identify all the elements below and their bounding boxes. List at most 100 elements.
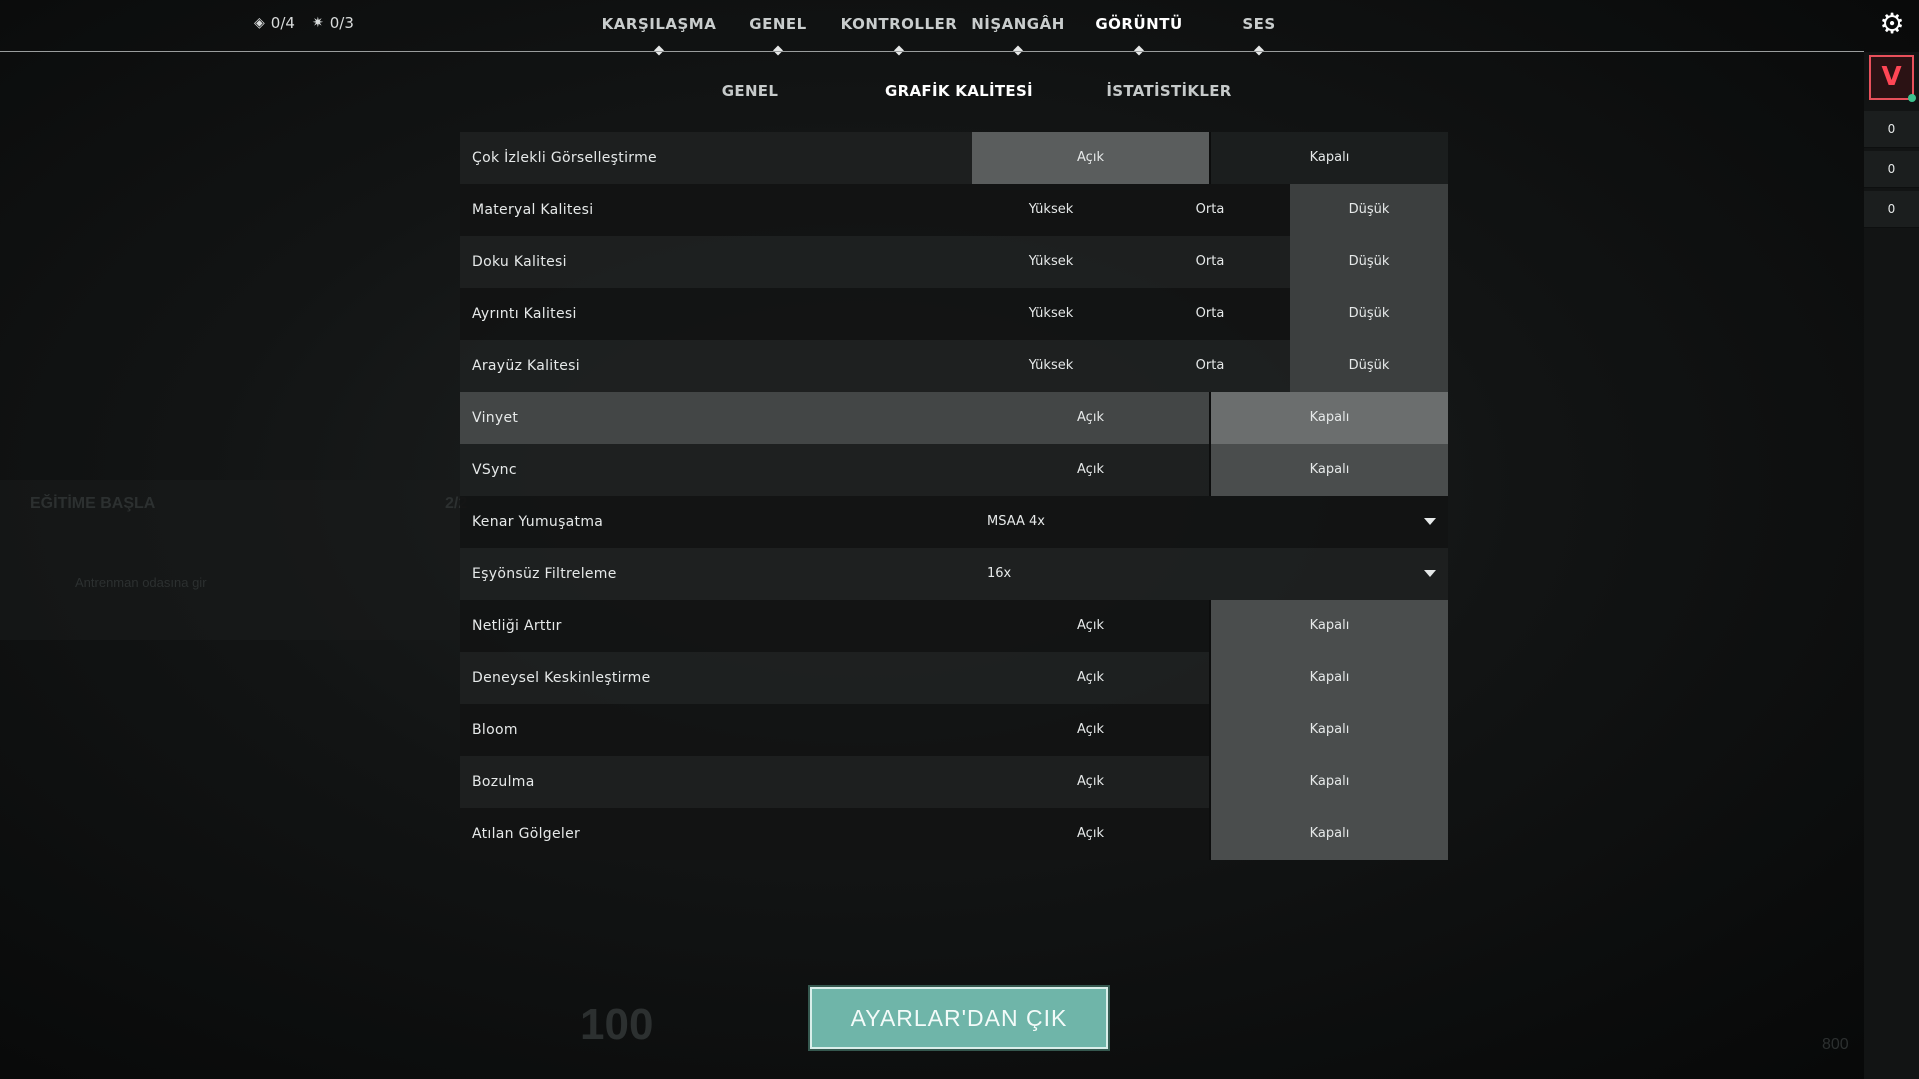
setting-experimental-sharpening: Deneysel Keskinleştirme Açık Kapalı [460, 652, 1448, 704]
valorant-v-icon: V [1881, 62, 1902, 92]
toggle-group: Açık Kapalı [972, 600, 1448, 652]
option-on[interactable]: Açık [972, 704, 1209, 756]
toggle-group: Açık Kapalı [972, 756, 1448, 808]
chevron-down-icon [1424, 570, 1436, 577]
setting-texture-quality: Doku Kalitesi Yüksek Orta Düşük [460, 236, 1448, 288]
option-on[interactable]: Açık [972, 808, 1209, 860]
quest-weekly-value: 0/3 [329, 14, 354, 32]
option-off[interactable]: Kapalı [1209, 600, 1448, 652]
nav-divider [0, 51, 1864, 52]
sidebar-count-2[interactable]: 0 [1864, 151, 1919, 188]
option-low[interactable]: Düşük [1290, 184, 1448, 236]
quality-group: Yüksek Orta Düşük [972, 184, 1448, 236]
option-high[interactable]: Yüksek [972, 340, 1130, 392]
toggle-group: Açık Kapalı [972, 444, 1448, 496]
option-low[interactable]: Düşük [1290, 236, 1448, 288]
subtab-graphics-quality[interactable]: GRAFİK KALİTESİ [885, 82, 1033, 100]
setting-label: Arayüz Kalitesi [472, 358, 580, 374]
sidebar-count-1[interactable]: 0 [1864, 111, 1919, 148]
setting-improve-clarity: Netliği Arttır Açık Kapalı [460, 600, 1448, 652]
online-status-icon [1908, 94, 1916, 102]
toggle-group: Açık Kapalı [972, 392, 1448, 444]
option-medium[interactable]: Orta [1130, 184, 1290, 236]
option-medium[interactable]: Orta [1130, 288, 1290, 340]
setting-detail-quality: Ayrıntı Kalitesi Yüksek Orta Düşük [460, 288, 1448, 340]
option-on[interactable]: Açık [972, 756, 1209, 808]
setting-material-quality: Materyal Kalitesi Yüksek Orta Düşük [460, 184, 1448, 236]
tab-general[interactable]: GENEL [749, 15, 806, 33]
toggle-group: Açık Kapalı [972, 808, 1448, 860]
setting-label: Materyal Kalitesi [472, 202, 594, 218]
option-medium[interactable]: Orta [1130, 236, 1290, 288]
tab-audio[interactable]: SES [1242, 15, 1275, 33]
gear-icon[interactable]: ⚙ [1877, 9, 1907, 39]
setting-label: Deneysel Keskinleştirme [472, 670, 651, 686]
setting-distortion: Bozulma Açık Kapalı [460, 756, 1448, 808]
setting-label: Bloom [472, 722, 518, 738]
tab-crosshair[interactable]: NİŞANGÂH [971, 15, 1065, 33]
setting-label: VSync [472, 462, 517, 478]
option-off[interactable]: Kapalı [1209, 392, 1448, 444]
subtab-general[interactable]: GENEL [722, 82, 778, 100]
graphics-settings-table: Çok İzlekli Görselleştirme Açık Kapalı M… [460, 132, 1448, 860]
setting-bloom: Bloom Açık Kapalı [460, 704, 1448, 756]
option-on[interactable]: Açık [972, 444, 1209, 496]
setting-label: Doku Kalitesi [472, 254, 567, 270]
option-off[interactable]: Kapalı [1209, 756, 1448, 808]
sidebar-count-3[interactable]: 0 [1864, 191, 1919, 228]
background-health: 100 [580, 1000, 654, 1049]
setting-label: Bozulma [472, 774, 535, 790]
subtab-stats[interactable]: İSTATİSTİKLER [1106, 82, 1231, 100]
exit-settings-button[interactable]: AYARLAR'DAN ÇIK [810, 987, 1108, 1049]
setting-label: Vinyet [472, 410, 519, 426]
setting-anti-aliasing: Kenar Yumuşatma MSAA 4x [460, 496, 1448, 548]
dropdown-value: 16x [987, 566, 1012, 581]
setting-vsync: VSync Açık Kapalı [460, 444, 1448, 496]
option-high[interactable]: Yüksek [972, 288, 1130, 340]
quality-group: Yüksek Orta Düşük [972, 236, 1448, 288]
option-on[interactable]: Açık [972, 652, 1209, 704]
setting-label: Netliği Arttır [472, 618, 562, 634]
background-training-title: EĞİTİME BAŞLA [30, 495, 156, 512]
tab-controls[interactable]: KONTROLLER [841, 15, 958, 33]
quality-group: Yüksek Orta Düşük [972, 340, 1448, 392]
option-off[interactable]: Kapalı [1209, 704, 1448, 756]
setting-label: Atılan Gölgeler [472, 826, 581, 842]
option-low[interactable]: Düşük [1290, 288, 1448, 340]
option-off[interactable]: Kapalı [1209, 132, 1448, 184]
quest-counter-daily: ◈ 0/4 [254, 14, 295, 32]
diamond-outline-icon: ◈ [254, 15, 265, 31]
option-high[interactable]: Yüksek [972, 236, 1130, 288]
tab-match[interactable]: KARŞILAŞMA [602, 15, 717, 33]
setting-vignette: Vinyet Açık Kapalı [460, 392, 1448, 444]
star-burst-icon: ✷ [312, 15, 324, 31]
setting-cast-shadows: Atılan Gölgeler Açık Kapalı [460, 808, 1448, 860]
option-on[interactable]: Açık [972, 600, 1209, 652]
option-off[interactable]: Kapalı [1209, 808, 1448, 860]
chevron-down-icon [1424, 518, 1436, 525]
setting-anisotropic-filtering: Eşyönsüz Filtreleme 16x [460, 548, 1448, 600]
setting-label: Çok İzlekli Görselleştirme [472, 150, 657, 166]
setting-label: Ayrıntı Kalitesi [472, 306, 577, 322]
quest-daily-value: 0/4 [270, 14, 295, 32]
option-high[interactable]: Yüksek [972, 184, 1130, 236]
option-off[interactable]: Kapalı [1209, 444, 1448, 496]
anisotropic-filtering-dropdown[interactable]: 16x [972, 548, 1448, 600]
toggle-group: Açık Kapalı [972, 132, 1448, 184]
quality-group: Yüksek Orta Düşük [972, 288, 1448, 340]
option-on[interactable]: Açık [972, 132, 1209, 184]
setting-multithreaded-rendering: Çok İzlekli Görselleştirme Açık Kapalı [460, 132, 1448, 184]
setting-label: Kenar Yumuşatma [472, 514, 604, 530]
dropdown-value: MSAA 4x [987, 514, 1045, 529]
option-on[interactable]: Açık [972, 392, 1209, 444]
option-off[interactable]: Kapalı [1209, 652, 1448, 704]
option-low[interactable]: Düşük [1290, 340, 1448, 392]
option-medium[interactable]: Orta [1130, 340, 1290, 392]
tab-video[interactable]: GÖRÜNTÜ [1095, 15, 1182, 33]
toggle-group: Açık Kapalı [972, 704, 1448, 756]
background-training-hint: Antrenman odasına gir [75, 575, 207, 590]
anti-aliasing-dropdown[interactable]: MSAA 4x [972, 496, 1448, 548]
setting-label: Eşyönsüz Filtreleme [472, 566, 617, 582]
toggle-group: Açık Kapalı [972, 652, 1448, 704]
valorant-logo[interactable]: V [1869, 55, 1916, 102]
